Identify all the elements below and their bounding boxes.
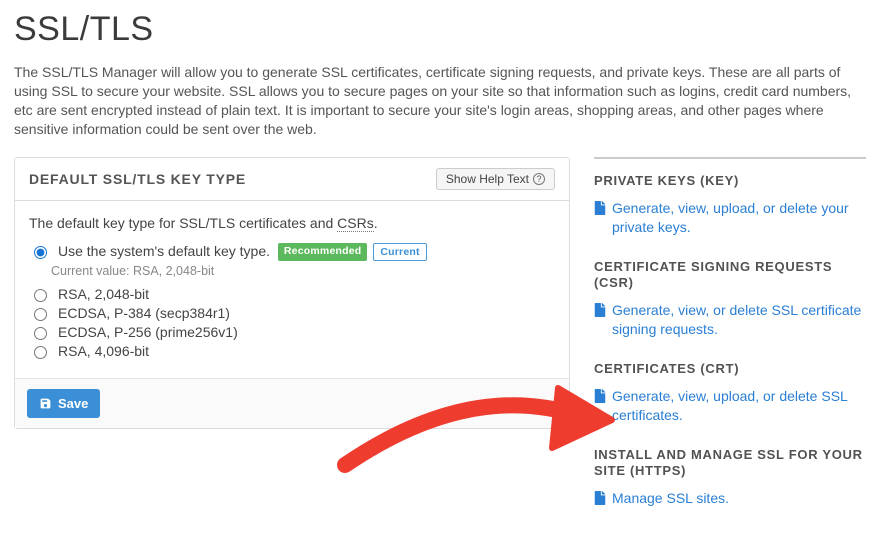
option-label: ECDSA, P-384 (secp384r1) <box>58 305 230 321</box>
sidebar-section-certificates: CERTIFICATES (CRT) Generate, view, uploa… <box>594 361 866 425</box>
option-label: Use the system's default key type. <box>58 243 270 259</box>
link-text: Generate, view, upload, or delete your p… <box>612 199 866 237</box>
sidebar-heading: CERTIFICATE SIGNING REQUESTS (CSR) <box>594 259 866 292</box>
link-csr[interactable]: Generate, view, or delete SSL certificat… <box>594 301 866 339</box>
link-text: Generate, view, or delete SSL certificat… <box>612 301 866 339</box>
option-label: RSA, 4,096-bit <box>58 343 149 359</box>
csr-abbr: CSRs <box>337 215 374 232</box>
file-icon <box>594 389 606 403</box>
option-label: RSA, 2,048-bit <box>58 286 149 302</box>
sidebar: PRIVATE KEYS (KEY) Generate, view, uploa… <box>594 157 866 531</box>
page-description: The SSL/TLS Manager will allow you to ge… <box>14 63 866 139</box>
sidebar-heading: INSTALL AND MANAGE SSL FOR YOUR SITE (HT… <box>594 447 866 480</box>
save-button[interactable]: Save <box>27 389 100 418</box>
help-icon: ? <box>533 173 545 185</box>
key-option-ecdsa-p256[interactable]: ECDSA, P-256 (prime256v1) <box>29 324 555 340</box>
radio-ecdsa-p384[interactable] <box>34 308 47 321</box>
key-option-rsa-2048[interactable]: RSA, 2,048-bit <box>29 286 555 302</box>
link-text: Manage SSL sites. <box>612 489 866 508</box>
file-icon <box>594 491 606 505</box>
page-title: SSL/TLS <box>14 10 866 49</box>
key-option-ecdsa-p384[interactable]: ECDSA, P-384 (secp384r1) <box>29 305 555 321</box>
key-option-rsa-4096[interactable]: RSA, 4,096-bit <box>29 343 555 359</box>
radio-rsa-4096[interactable] <box>34 346 47 359</box>
current-value-text: Current value: RSA, 2,048-bit <box>51 264 555 278</box>
save-button-label: Save <box>58 396 88 411</box>
file-icon <box>594 201 606 215</box>
file-icon <box>594 303 606 317</box>
link-text: Generate, view, upload, or delete SSL ce… <box>612 387 866 425</box>
sidebar-heading: PRIVATE KEYS (KEY) <box>594 173 866 189</box>
link-certificates[interactable]: Generate, view, upload, or delete SSL ce… <box>594 387 866 425</box>
radio-rsa-2048[interactable] <box>34 289 47 302</box>
card-intro: The default key type for SSL/TLS certifi… <box>29 215 555 231</box>
help-button-label: Show Help Text <box>446 172 529 186</box>
sidebar-section-install-ssl: INSTALL AND MANAGE SSL FOR YOUR SITE (HT… <box>594 447 866 508</box>
radio-system-default[interactable] <box>34 246 47 259</box>
link-private-keys[interactable]: Generate, view, upload, or delete your p… <box>594 199 866 237</box>
sidebar-section-private-keys: PRIVATE KEYS (KEY) Generate, view, uploa… <box>594 173 866 237</box>
sidebar-heading: CERTIFICATES (CRT) <box>594 361 866 377</box>
card-heading: DEFAULT SSL/TLS KEY TYPE <box>29 171 246 187</box>
sidebar-section-csr: CERTIFICATE SIGNING REQUESTS (CSR) Gener… <box>594 259 866 339</box>
save-icon <box>39 397 52 410</box>
link-manage-ssl-sites[interactable]: Manage SSL sites. <box>594 489 866 508</box>
key-option-system-default[interactable]: Use the system's default key type. Recom… <box>29 243 555 261</box>
current-badge: Current <box>373 243 426 261</box>
recommended-badge: Recommended <box>278 243 367 261</box>
option-label: ECDSA, P-256 (prime256v1) <box>58 324 238 340</box>
radio-ecdsa-p256[interactable] <box>34 327 47 340</box>
show-help-text-button[interactable]: Show Help Text ? <box>436 168 555 190</box>
default-key-type-card: DEFAULT SSL/TLS KEY TYPE Show Help Text … <box>14 157 570 429</box>
